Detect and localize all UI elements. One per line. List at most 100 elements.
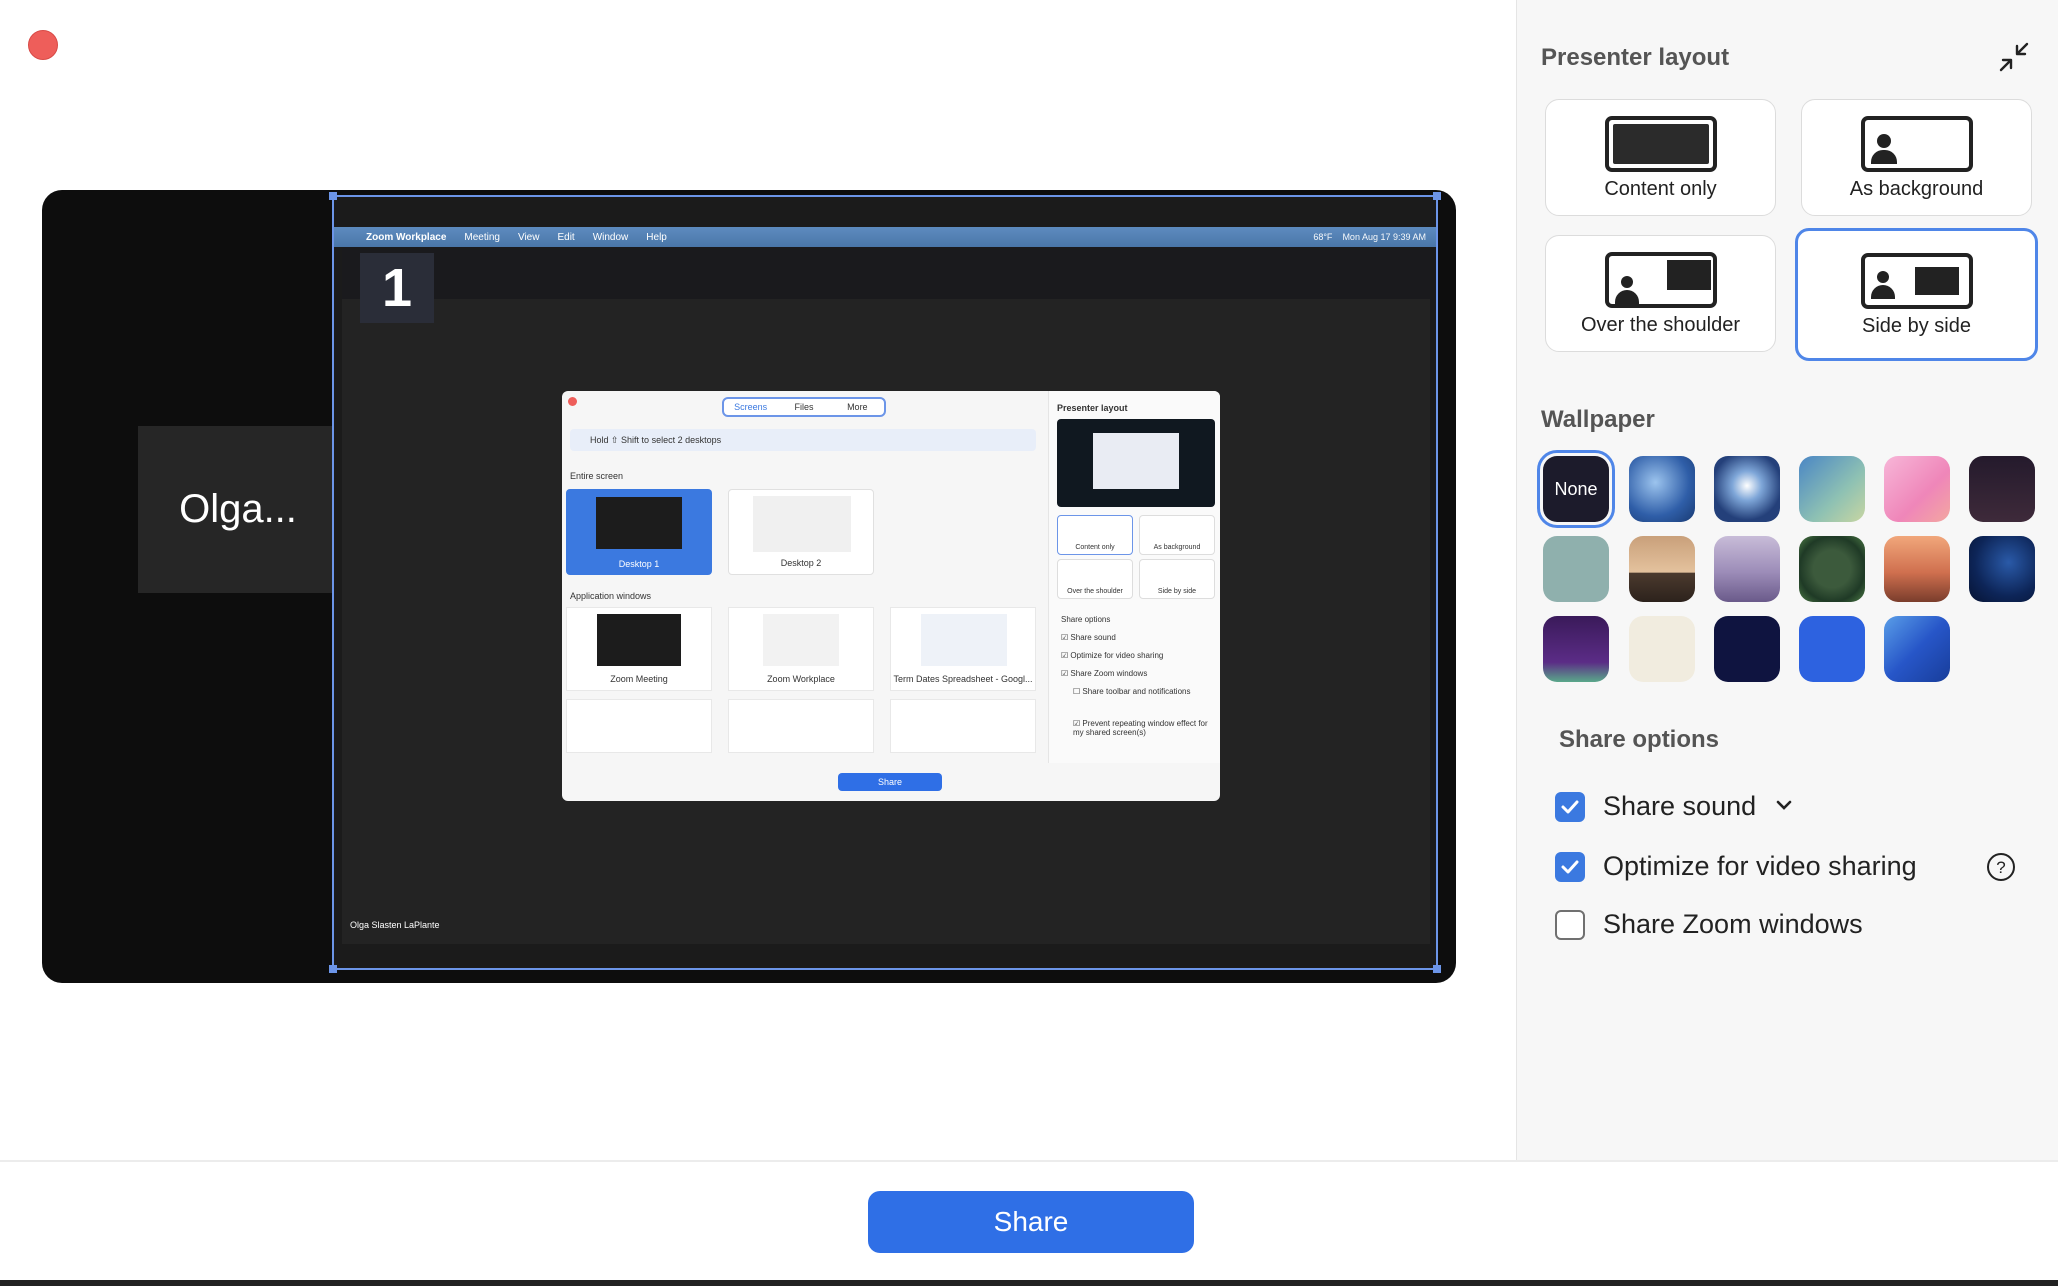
wallpaper-thumb[interactable] — [1969, 536, 2035, 602]
presenter-layout-title: Presenter layout — [1541, 44, 1730, 71]
wallpaper-thumb[interactable] — [1969, 456, 2035, 522]
layout-label: As background — [1849, 178, 1984, 200]
resize-handle[interactable] — [1433, 965, 1441, 973]
layout-content-only[interactable]: Content only — [1545, 99, 1776, 216]
chevron-down-icon[interactable] — [1771, 792, 1797, 823]
side-by-side-icon — [1860, 253, 1973, 309]
mini-close-icon — [568, 397, 577, 406]
mini-share-options: Share options — [1061, 615, 1111, 624]
options-panel: Presenter layout Content only As backgro… — [1516, 0, 2058, 1160]
wallpaper-thumb[interactable] — [1799, 536, 1865, 602]
mini-layout-card: Over the shoulder — [1057, 559, 1133, 599]
resize-handle[interactable] — [1433, 192, 1441, 200]
wallpaper-thumb[interactable] — [1714, 616, 1780, 682]
content-only-icon — [1604, 116, 1717, 172]
mini-tab: More — [847, 402, 868, 412]
footer-divider — [0, 1160, 2058, 1162]
mini-layout-card: Side by side — [1139, 559, 1215, 599]
mini-tabs: Screens Files More — [722, 397, 886, 417]
wallpaper-thumb[interactable] — [1629, 616, 1695, 682]
mini-right-panel: Presenter layout Content only As backgro… — [1048, 391, 1220, 763]
wallpaper-thumb[interactable] — [1629, 536, 1695, 602]
layout-as-background[interactable]: As background — [1801, 99, 2032, 216]
layout-over-the-shoulder[interactable]: Over the shoulder — [1545, 235, 1776, 352]
mini-app-label: Term Dates Spreadsheet - Googl... — [893, 674, 1033, 684]
layout-label: Over the shoulder — [1581, 314, 1740, 336]
as-background-icon — [1860, 116, 1973, 172]
shared-content-preview: Zoom Workplace Meeting View Edit Window … — [329, 192, 1441, 973]
resize-handle[interactable] — [329, 192, 337, 200]
mini-app-tile — [890, 699, 1036, 753]
mini-app-label: Zoom Meeting — [610, 674, 668, 684]
share-options-title: Share options — [1559, 726, 1720, 753]
menubar-item: Meeting — [464, 231, 500, 243]
svg-text:?: ? — [1996, 858, 2005, 877]
mini-desktop-1: Desktop 1 — [566, 489, 712, 575]
help-icon[interactable]: ? — [1985, 851, 2017, 888]
wallpaper-thumb[interactable] — [1543, 616, 1609, 682]
participant-tile: Olga... — [138, 426, 338, 593]
mini-entire-screen: Entire screen — [570, 471, 624, 481]
mini-tab: Files — [794, 402, 814, 412]
participant-fullname: Olga Slasten LaPlante — [350, 920, 440, 930]
mini-app-tile — [728, 699, 874, 753]
wallpaper-none[interactable]: None — [1537, 450, 1615, 528]
mini-desktop-label: Desktop 1 — [618, 559, 660, 569]
mini-option: ☐ Share toolbar and notifications — [1073, 687, 1191, 696]
layout-label: Side by side — [1862, 315, 1971, 337]
menubar-item: Window — [592, 231, 629, 243]
share-sound-checkbox[interactable] — [1555, 792, 1585, 822]
share-sound-label: Share sound — [1603, 791, 1757, 821]
optimize-video-label: Optimize for video sharing — [1603, 851, 1917, 881]
mini-share-button: Share — [838, 773, 942, 791]
wallpaper-thumb[interactable] — [1884, 456, 1950, 522]
wallpaper-thumb[interactable] — [1714, 456, 1780, 522]
mini-hint: Hold ⇧ Shift to select 2 desktops — [570, 429, 1036, 451]
wallpaper-thumb[interactable] — [1714, 536, 1780, 602]
layout-side-by-side[interactable]: Side by side — [1795, 228, 2038, 361]
mini-desktop-2: Desktop 2 — [728, 489, 874, 575]
wallpaper-title: Wallpaper — [1541, 406, 1655, 433]
mini-option: ☑ Share sound — [1061, 633, 1116, 642]
wallpaper-thumb[interactable] — [1884, 616, 1950, 682]
menubar-clock: Mon Aug 17 9:39 AM — [1342, 232, 1426, 242]
mini-layout-card: As background — [1139, 515, 1215, 555]
mini-preview — [1057, 419, 1215, 507]
mini-app-windows: Application windows — [570, 591, 652, 601]
menubar-item: View — [517, 231, 540, 243]
menubar-status: 68°F Mon Aug 17 9:39 AM — [1313, 232, 1436, 242]
layout-label: Content only — [1604, 178, 1717, 200]
optimize-video-checkbox[interactable] — [1555, 852, 1585, 882]
mini-share-dialog: Screens Files More Hold ⇧ Shift to selec… — [562, 391, 1220, 801]
menubar-weather: 68°F — [1313, 232, 1333, 242]
mac-menubar: Zoom Workplace Meeting View Edit Window … — [334, 227, 1436, 247]
mini-app-tile: Term Dates Spreadsheet - Googl... — [890, 607, 1036, 691]
wallpaper-thumb[interactable] — [1884, 536, 1950, 602]
check-icon — [1561, 860, 1579, 874]
over-the-shoulder-icon — [1604, 252, 1717, 308]
screen-number-badge: 1 — [360, 253, 434, 323]
wallpaper-thumb[interactable] — [1629, 456, 1695, 522]
mini-app-tile: Zoom Meeting — [566, 607, 712, 691]
share-button[interactable]: Share — [868, 1191, 1194, 1253]
desktop-top-strip — [342, 247, 1430, 299]
wallpaper-thumb[interactable] — [1543, 536, 1609, 602]
wallpaper-thumb[interactable] — [1799, 616, 1865, 682]
mini-option: ☑ Prevent repeating window effect for my… — [1073, 719, 1208, 737]
share-preview: Olga... Zoom Workplace Meeting View Edit… — [42, 190, 1456, 983]
mini-app-tile — [566, 699, 712, 753]
mini-tab: Screens — [734, 402, 768, 412]
share-zoom-windows-checkbox[interactable] — [1555, 910, 1585, 940]
close-window-button[interactable] — [28, 30, 58, 60]
mini-app-tile: Zoom Workplace — [728, 607, 874, 691]
collapse-icon[interactable] — [1997, 40, 2031, 74]
mini-option: ☑ Optimize for video sharing — [1061, 651, 1164, 660]
window-edge — [0, 1280, 2058, 1286]
resize-handle[interactable] — [329, 965, 337, 973]
menubar-item: Edit — [557, 231, 575, 243]
menubar-item: Help — [646, 231, 667, 243]
menubar-app: Zoom Workplace — [366, 231, 447, 243]
mini-option: ☑ Share Zoom windows — [1061, 669, 1148, 678]
wallpaper-thumb[interactable] — [1799, 456, 1865, 522]
mini-desktop-label: Desktop 2 — [780, 558, 822, 568]
